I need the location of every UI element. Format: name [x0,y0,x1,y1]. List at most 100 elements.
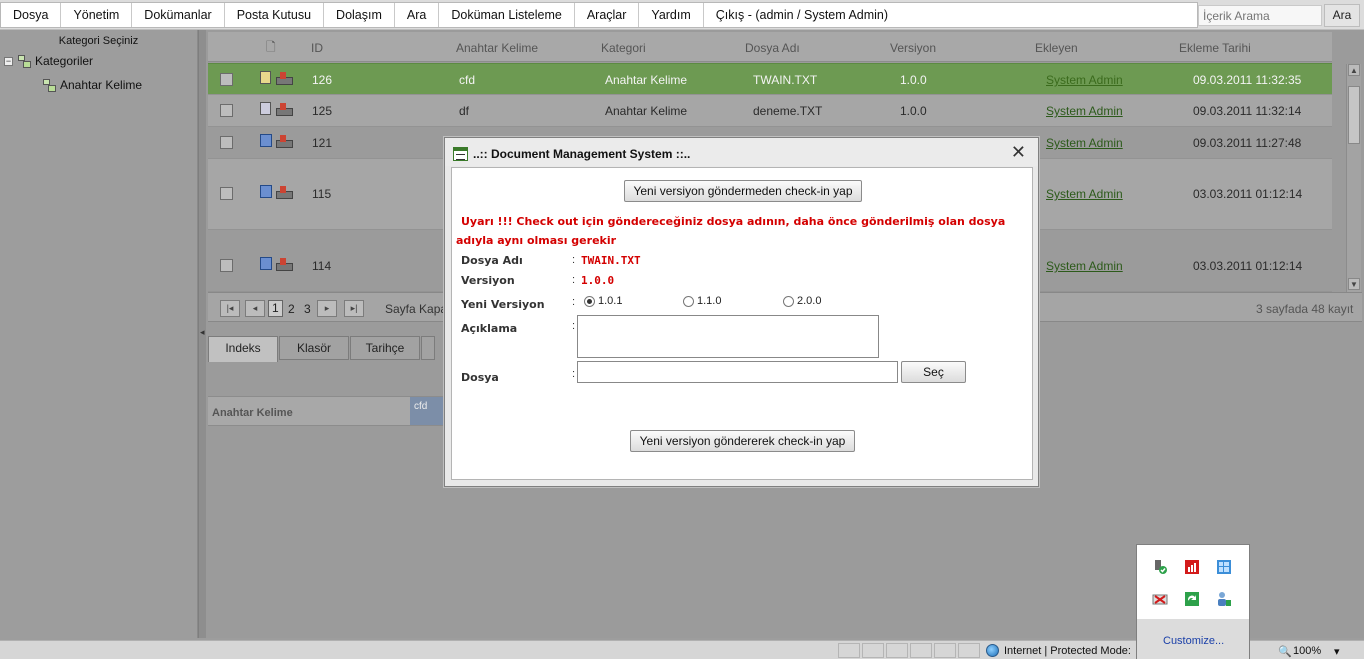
content-search-input[interactable] [1198,5,1322,26]
col-version[interactable]: Versiyon [890,41,936,55]
page-3[interactable]: 3 [304,302,311,316]
version-radio-1-1-0[interactable]: 1.1.0 [683,295,721,307]
cell-user-link[interactable]: System Admin [1046,187,1123,201]
file-path-input[interactable] [577,361,898,383]
menu-ara[interactable]: Ara [395,3,440,27]
menu-araclar[interactable]: Araçlar [575,3,640,27]
tab-klasor[interactable]: Klasör [279,336,349,360]
page-1[interactable]: 1 [268,300,283,317]
app-window-icon[interactable] [1216,559,1232,575]
first-page-icon[interactable]: |◂ [220,300,240,317]
scroll-down-icon[interactable]: ▼ [1348,278,1360,290]
collapse-arrow-icon[interactable]: ◂ [200,327,205,338]
status-segment [934,643,956,658]
cell-id: 121 [312,136,333,150]
page-2[interactable]: 2 [288,302,295,316]
cell-id: 125 [312,104,333,118]
cell-category: Anahtar Kelime [605,104,688,118]
download-icon[interactable] [276,72,293,85]
menu-yardim[interactable]: Yardım [639,3,704,27]
version-value: 1.0.0 [581,274,615,287]
cell-user-link[interactable]: System Admin [1046,73,1123,87]
antivirus-alert-icon[interactable] [1184,559,1200,575]
menu-cikis[interactable]: Çıkış - (admin / System Admin) [704,3,900,27]
zoom-level[interactable]: 100% [1293,645,1321,657]
version-radio-2-0-0[interactable]: 2.0.0 [783,295,821,307]
cell-file-name: TWAIN.TXT [753,73,818,87]
download-icon[interactable] [276,135,293,148]
col-category[interactable]: Kategori [601,41,646,55]
row-checkbox[interactable] [220,259,233,272]
checkin-with-version-button[interactable]: Yeni versiyon göndererek check-in yap [630,430,855,452]
cell-category: Anahtar Kelime [605,73,688,87]
menu-dosya[interactable]: Dosya [1,3,62,27]
tree-root-label: Kategoriler [35,54,94,68]
cell-date: 09.03.2011 11:27:48 [1193,136,1302,150]
description-textarea[interactable] [577,315,879,358]
col-added-date[interactable]: Ekleme Tarihi [1179,41,1251,55]
download-icon[interactable] [276,103,293,116]
menu-dokumanlar[interactable]: Dokümanlar [132,3,225,27]
col-id[interactable]: ID [311,41,323,55]
collapse-icon[interactable]: − [4,56,13,66]
prev-page-icon[interactable]: ◂ [245,300,265,317]
cell-user-link[interactable]: System Admin [1046,104,1123,118]
next-page-icon[interactable]: ▸ [317,300,337,317]
tab-more[interactable] [421,336,435,360]
last-page-icon[interactable]: ▸| [344,300,364,317]
colon: : [572,320,576,332]
tab-tarihce[interactable]: Tarihçe [350,336,420,360]
row-checkbox[interactable] [220,104,233,117]
row-checkbox[interactable] [220,73,233,86]
zoom-icon[interactable]: 🔍 [1278,645,1292,658]
checkin-dialog: ..:: Document Management System ::.. ✕ Y… [444,137,1039,487]
dialog-titlebar[interactable]: ..:: Document Management System ::.. ✕ [445,138,1038,166]
col-added-by[interactable]: Ekleyen [1035,41,1078,55]
radio-label: 1.0.1 [598,295,623,307]
radio-selected[interactable] [584,295,595,307]
customize-link[interactable]: Customize... [1163,635,1224,647]
scroll-up-icon[interactable]: ▲ [1348,64,1360,76]
search-button[interactable]: Ara [1324,4,1360,27]
status-segment [910,643,932,658]
tab-indeks[interactable]: Indeks [208,336,278,362]
cell-date: 03.03.2011 01:12:14 [1193,259,1303,273]
new-version-label: Yeni Versiyon [461,298,545,311]
tree-item-anahtar-kelime[interactable]: Anahtar Kelime [42,78,142,92]
menu-yonetim[interactable]: Yönetim [61,3,133,27]
download-icon[interactable] [276,186,293,199]
grid-scrollbar[interactable]: ▲ ▼ [1346,64,1361,292]
cell-date: 09.03.2011 11:32:14 [1193,104,1302,118]
usb-device-ok-icon[interactable] [1152,559,1168,575]
browse-button[interactable]: Seç [901,361,966,383]
cell-user-link[interactable]: System Admin [1046,136,1123,150]
menu-dokuman-listeleme[interactable]: Doküman Listeleme [439,3,575,27]
sync-icon[interactable] [1184,591,1200,607]
table-row[interactable]: 125 df Anahtar Kelime deneme.TXT 1.0.0 S… [208,95,1332,127]
grid-header: 🗋 ID Anahtar Kelime Kategori Dosya Adı V… [208,32,1332,62]
cell-date: 03.03.2011 01:12:14 [1193,187,1303,201]
radio-unselected[interactable] [783,295,794,307]
page-size-label: Sayfa Kapa: [385,302,451,316]
menu-dolasim[interactable]: Dolaşım [324,3,395,27]
user-security-icon[interactable] [1216,591,1232,607]
cell-user-link[interactable]: System Admin [1046,259,1123,273]
security-zone-text[interactable]: Internet | Protected Mode: [1004,645,1131,657]
col-file-name[interactable]: Dosya Adı [745,41,800,55]
tree-root[interactable]: − Kategoriler [4,54,93,68]
index-value-cell: cfd [410,397,444,425]
col-keyword[interactable]: Anahtar Kelime [456,41,538,55]
colon: : [572,274,576,286]
download-icon[interactable] [276,258,293,271]
radio-unselected[interactable] [683,295,694,307]
close-icon[interactable]: ✕ [1011,143,1026,161]
menu-posta-kutusu[interactable]: Posta Kutusu [225,3,325,27]
checkin-without-version-button[interactable]: Yeni versiyon göndermeden check-in yap [624,180,862,202]
version-radio-1-0-1[interactable]: 1.0.1 [584,295,622,307]
network-disconnected-icon[interactable] [1152,591,1168,607]
table-row[interactable]: 126 cfd Anahtar Kelime TWAIN.TXT 1.0.0 S… [208,63,1332,95]
zoom-dropdown-icon[interactable]: ▾ [1334,645,1340,658]
scroll-thumb[interactable] [1348,86,1360,144]
row-checkbox[interactable] [220,187,233,200]
row-checkbox[interactable] [220,136,233,149]
